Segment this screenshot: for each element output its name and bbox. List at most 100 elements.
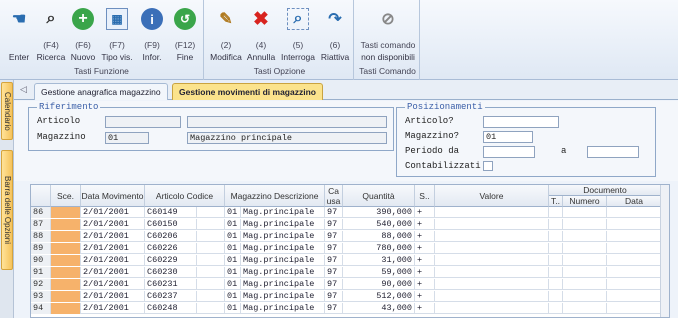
row-articolo-desc <box>197 303 225 314</box>
row-articolo-desc <box>197 207 225 218</box>
row-articolo-desc <box>197 243 225 254</box>
periodo-a-label: a <box>561 146 567 156</box>
table-row[interactable]: 93 2/01/2001 C60237 01 Mag.principale 97 512,0… <box>31 291 669 302</box>
col-data-movimento[interactable]: Data Movimento <box>81 185 145 207</box>
enter-button[interactable]: ☚ Enter <box>4 6 34 62</box>
row-doc-numero <box>563 255 607 266</box>
row-magazzino-code: 01 <box>225 207 241 218</box>
row-doc-data <box>607 207 662 218</box>
fine-button[interactable]: ↺ (F12) Fine <box>168 6 202 62</box>
table-row[interactable]: 89 2/01/2001 C60226 01 Mag.principale 97 780,0… <box>31 243 669 254</box>
pos-articolo-input[interactable] <box>483 116 559 128</box>
row-doc-numero <box>563 267 607 278</box>
row-segno: + <box>415 243 435 254</box>
modifica-button[interactable]: ✎ (2) Modifica <box>208 6 244 62</box>
table-row[interactable]: 92 2/01/2001 C60231 01 Mag.principale 97 90,00… <box>31 279 669 290</box>
row-articolo-desc <box>197 255 225 266</box>
nuovo-button[interactable]: + (F6) Nuovo <box>68 6 98 62</box>
row-segno: + <box>415 279 435 290</box>
row-number: 89 <box>31 243 51 254</box>
riattiva-button[interactable]: ↷ (6) Riattiva <box>318 6 352 62</box>
row-articolo: C60150 <box>145 219 197 230</box>
filter-form: Riferimento Articolo Magazzino 01 Magazz… <box>14 101 678 181</box>
query-icon: ⌕ <box>287 8 309 30</box>
ricerca-button[interactable]: ⌕ (F4) Ricerca <box>34 6 68 62</box>
row-magazzino-desc: Mag.principale <box>241 279 325 290</box>
infor-button[interactable]: i (F9) Infor. <box>136 6 168 62</box>
row-doc-numero <box>563 219 607 230</box>
articolo-description <box>187 116 387 128</box>
col-magazzino[interactable]: Magazzino Descrizione <box>225 185 325 207</box>
col-causa[interactable]: Ca usa <box>325 185 343 207</box>
magazzino-field[interactable]: 01 <box>105 132 149 144</box>
row-quantita: 43,000 <box>343 303 415 314</box>
riferimento-legend: Riferimento <box>37 102 101 112</box>
row-data: 2/01/2001 <box>81 279 145 290</box>
row-segno: + <box>415 267 435 278</box>
contabilizzati-checkbox[interactable] <box>483 161 493 171</box>
row-data: 2/01/2001 <box>81 207 145 218</box>
row-magazzino-desc: Mag.principale <box>241 207 325 218</box>
col-segno[interactable]: S.. <box>415 185 435 207</box>
row-valore <box>435 279 549 290</box>
row-doc-numero <box>563 231 607 242</box>
tab-gestione-movimenti[interactable]: Gestione movimenti di magazzino <box>172 83 323 100</box>
table-row[interactable]: 90 2/01/2001 C60229 01 Mag.principale 97 31,00… <box>31 255 669 266</box>
row-magazzino-desc: Mag.principale <box>241 231 325 242</box>
interroga-button[interactable]: ⌕ (5) Interroga <box>278 6 318 62</box>
col-doc-numero[interactable]: Numero <box>563 196 607 207</box>
row-sce <box>51 243 81 254</box>
row-magazzino-code: 01 <box>225 255 241 266</box>
pos-magazzino-input[interactable]: 01 <box>483 131 533 143</box>
table-row[interactable]: 86 2/01/2001 C60149 01 Mag.principale 97 390,0… <box>31 207 669 218</box>
row-sce <box>51 207 81 218</box>
table-row[interactable]: 88 2/01/2001 C60206 01 Mag.principale 97 88,00… <box>31 231 669 242</box>
row-magazzino-desc: Mag.principale <box>241 291 325 302</box>
row-doc-tipo <box>549 207 563 218</box>
pos-magazzino-label: Magazzino? <box>405 131 460 141</box>
annulla-button[interactable]: ✖ (4) Annulla <box>244 6 278 63</box>
row-articolo: C60248 <box>145 303 197 314</box>
row-doc-data <box>607 291 662 302</box>
periodo-label: Periodo da <box>405 146 460 156</box>
table-row[interactable]: 87 2/01/2001 C60150 01 Mag.principale 97 540,0… <box>31 219 669 230</box>
info-icon: i <box>141 8 163 30</box>
table-row[interactable]: 91 2/01/2001 C60230 01 Mag.principale 97 59,00… <box>31 267 669 278</box>
row-articolo-desc <box>197 279 225 290</box>
articolo-field[interactable] <box>105 116 181 128</box>
col-doc-tipo[interactable]: T.. <box>549 196 563 207</box>
col-articolo-codice[interactable]: Articolo Codice <box>145 185 225 207</box>
row-magazzino-desc: Mag.principale <box>241 243 325 254</box>
col-doc-data[interactable]: Data <box>607 196 662 207</box>
row-quantita: 540,000 <box>343 219 415 230</box>
row-doc-tipo <box>549 291 563 302</box>
row-segno: + <box>415 303 435 314</box>
row-doc-numero <box>563 243 607 254</box>
row-valore <box>435 207 549 218</box>
barra-opzioni-tab[interactable]: Barra delle Opzioni <box>1 150 13 270</box>
tab-scroll-left-icon[interactable]: ◁ <box>20 84 27 95</box>
row-doc-numero <box>563 279 607 290</box>
tab-gestione-anagrafica[interactable]: Gestione anagrafica magazzino <box>34 83 168 100</box>
row-sce <box>51 219 81 230</box>
row-data: 2/01/2001 <box>81 231 145 242</box>
row-segno: + <box>415 231 435 242</box>
row-doc-tipo <box>549 231 563 242</box>
calendario-tab[interactable]: Calendario <box>1 82 13 140</box>
table-row[interactable]: 94 2/01/2001 C60248 01 Mag.principale 97 43,00… <box>31 303 669 314</box>
function-keys-group: ☚ Enter ⌕ (F4) Ricerca + (F6) Nuovo ▦ (F… <box>0 0 204 80</box>
periodo-from-input[interactable] <box>483 146 535 158</box>
magazzino-description: Magazzino principale <box>187 132 387 144</box>
grid-scrollbar[interactable] <box>660 185 669 317</box>
row-articolo: C60229 <box>145 255 197 266</box>
row-data: 2/01/2001 <box>81 219 145 230</box>
row-articolo: C60149 <box>145 207 197 218</box>
col-valore[interactable]: Valore <box>435 185 549 207</box>
periodo-to-input[interactable] <box>587 146 639 158</box>
col-quantita[interactable]: Quantità <box>343 185 415 207</box>
tipo-vis-button[interactable]: ▦ (F7) Tipo vis. <box>98 6 136 62</box>
col-sce[interactable]: Sce. <box>51 185 81 207</box>
row-doc-numero <box>563 291 607 302</box>
row-sce <box>51 255 81 266</box>
row-quantita: 780,000 <box>343 243 415 254</box>
